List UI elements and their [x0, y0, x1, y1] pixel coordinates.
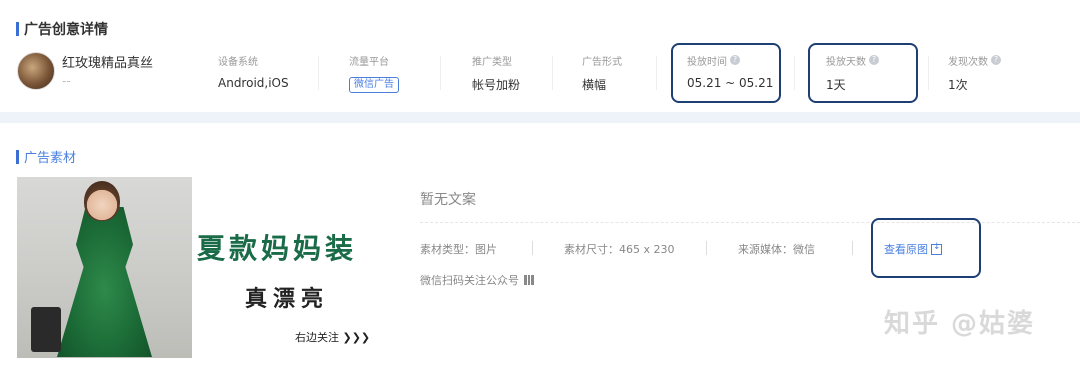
platform-tag: 微信广告	[349, 77, 399, 93]
material-type: 素材类型：图片	[420, 243, 497, 256]
column-divider	[794, 56, 795, 90]
material-size: 素材尺寸：465 x 230	[564, 243, 675, 256]
meta-label: 发现次数	[948, 56, 988, 68]
help-icon[interactable]: ?	[991, 55, 1001, 65]
ad-creative-image[interactable]: 夏款妈妈装 真漂亮 右边关注 ❯❯❯	[17, 177, 382, 358]
annotation-box-run-days	[808, 43, 918, 103]
meta-promo-type: 推广类型 帐号加粉	[472, 53, 520, 93]
column-divider	[318, 56, 319, 90]
meta-value: 帐号加粉	[472, 78, 521, 92]
material-title-text: 广告素材	[24, 151, 77, 166]
meta-label: 流量平台	[349, 56, 389, 68]
green-dress	[57, 207, 152, 357]
spec-divider	[852, 241, 853, 255]
spec-divider	[706, 241, 707, 255]
column-divider	[656, 56, 657, 90]
meta-discover-count: 发现次数? 1次	[948, 53, 1001, 93]
spec-divider	[532, 241, 533, 255]
meta-device: 设备系统 Android,iOS	[218, 53, 289, 91]
meta-value: 1次	[948, 78, 968, 92]
section-title-text: 广告创意详情	[24, 22, 108, 38]
meta-ad-format: 广告形式 横幅	[582, 53, 622, 93]
creative-detail-panel: 广告创意详情 红玫瑰精品真丝 -- 设备系统 Android,iOS 流量平台 …	[0, 0, 1080, 112]
annotation-box-view-original	[871, 218, 981, 278]
material-source: 来源媒体：微信	[738, 243, 815, 256]
dashed-divider	[420, 222, 1080, 223]
advertiser-name[interactable]: 红玫瑰精品真丝	[62, 52, 153, 71]
meta-platform: 流量平台 微信广告	[349, 53, 399, 93]
advertiser-avatar[interactable]	[17, 52, 55, 90]
meta-label: 推广类型	[472, 56, 512, 68]
section-title: 广告创意详情	[16, 19, 108, 39]
ad-follow-text: 右边关注 ❯❯❯	[295, 331, 371, 344]
no-copy-text: 暂无文案	[420, 192, 476, 208]
meta-label: 广告形式	[582, 56, 622, 68]
title-accent-bar	[16, 149, 19, 164]
section-divider	[0, 112, 1080, 123]
meta-value: 横幅	[582, 78, 607, 92]
column-divider	[440, 56, 441, 90]
material-section-title: 广告素材	[16, 147, 76, 166]
model-head	[84, 181, 120, 221]
column-divider	[552, 56, 553, 90]
ad-headline: 夏款妈妈装	[197, 232, 358, 265]
advertiser-subtitle: --	[62, 74, 71, 88]
page: 广告创意详情 红玫瑰精品真丝 -- 设备系统 Android,iOS 流量平台 …	[0, 0, 1080, 366]
meta-label: 设备系统	[218, 56, 258, 68]
meta-value: Android,iOS	[218, 76, 289, 90]
watermark: 知乎 @姑婆	[884, 309, 1036, 339]
wechat-scan-label: 微信扫码关注公众号	[420, 274, 519, 287]
annotation-box-run-time	[671, 43, 781, 103]
wechat-scan-follow[interactable]: 微信扫码关注公众号	[420, 272, 534, 288]
model-photo	[17, 177, 192, 358]
qr-code-icon[interactable]	[524, 275, 534, 285]
ad-subline: 真漂亮	[245, 287, 330, 312]
column-divider	[928, 56, 929, 90]
handbag	[31, 307, 61, 352]
title-accent-bar	[16, 22, 19, 36]
